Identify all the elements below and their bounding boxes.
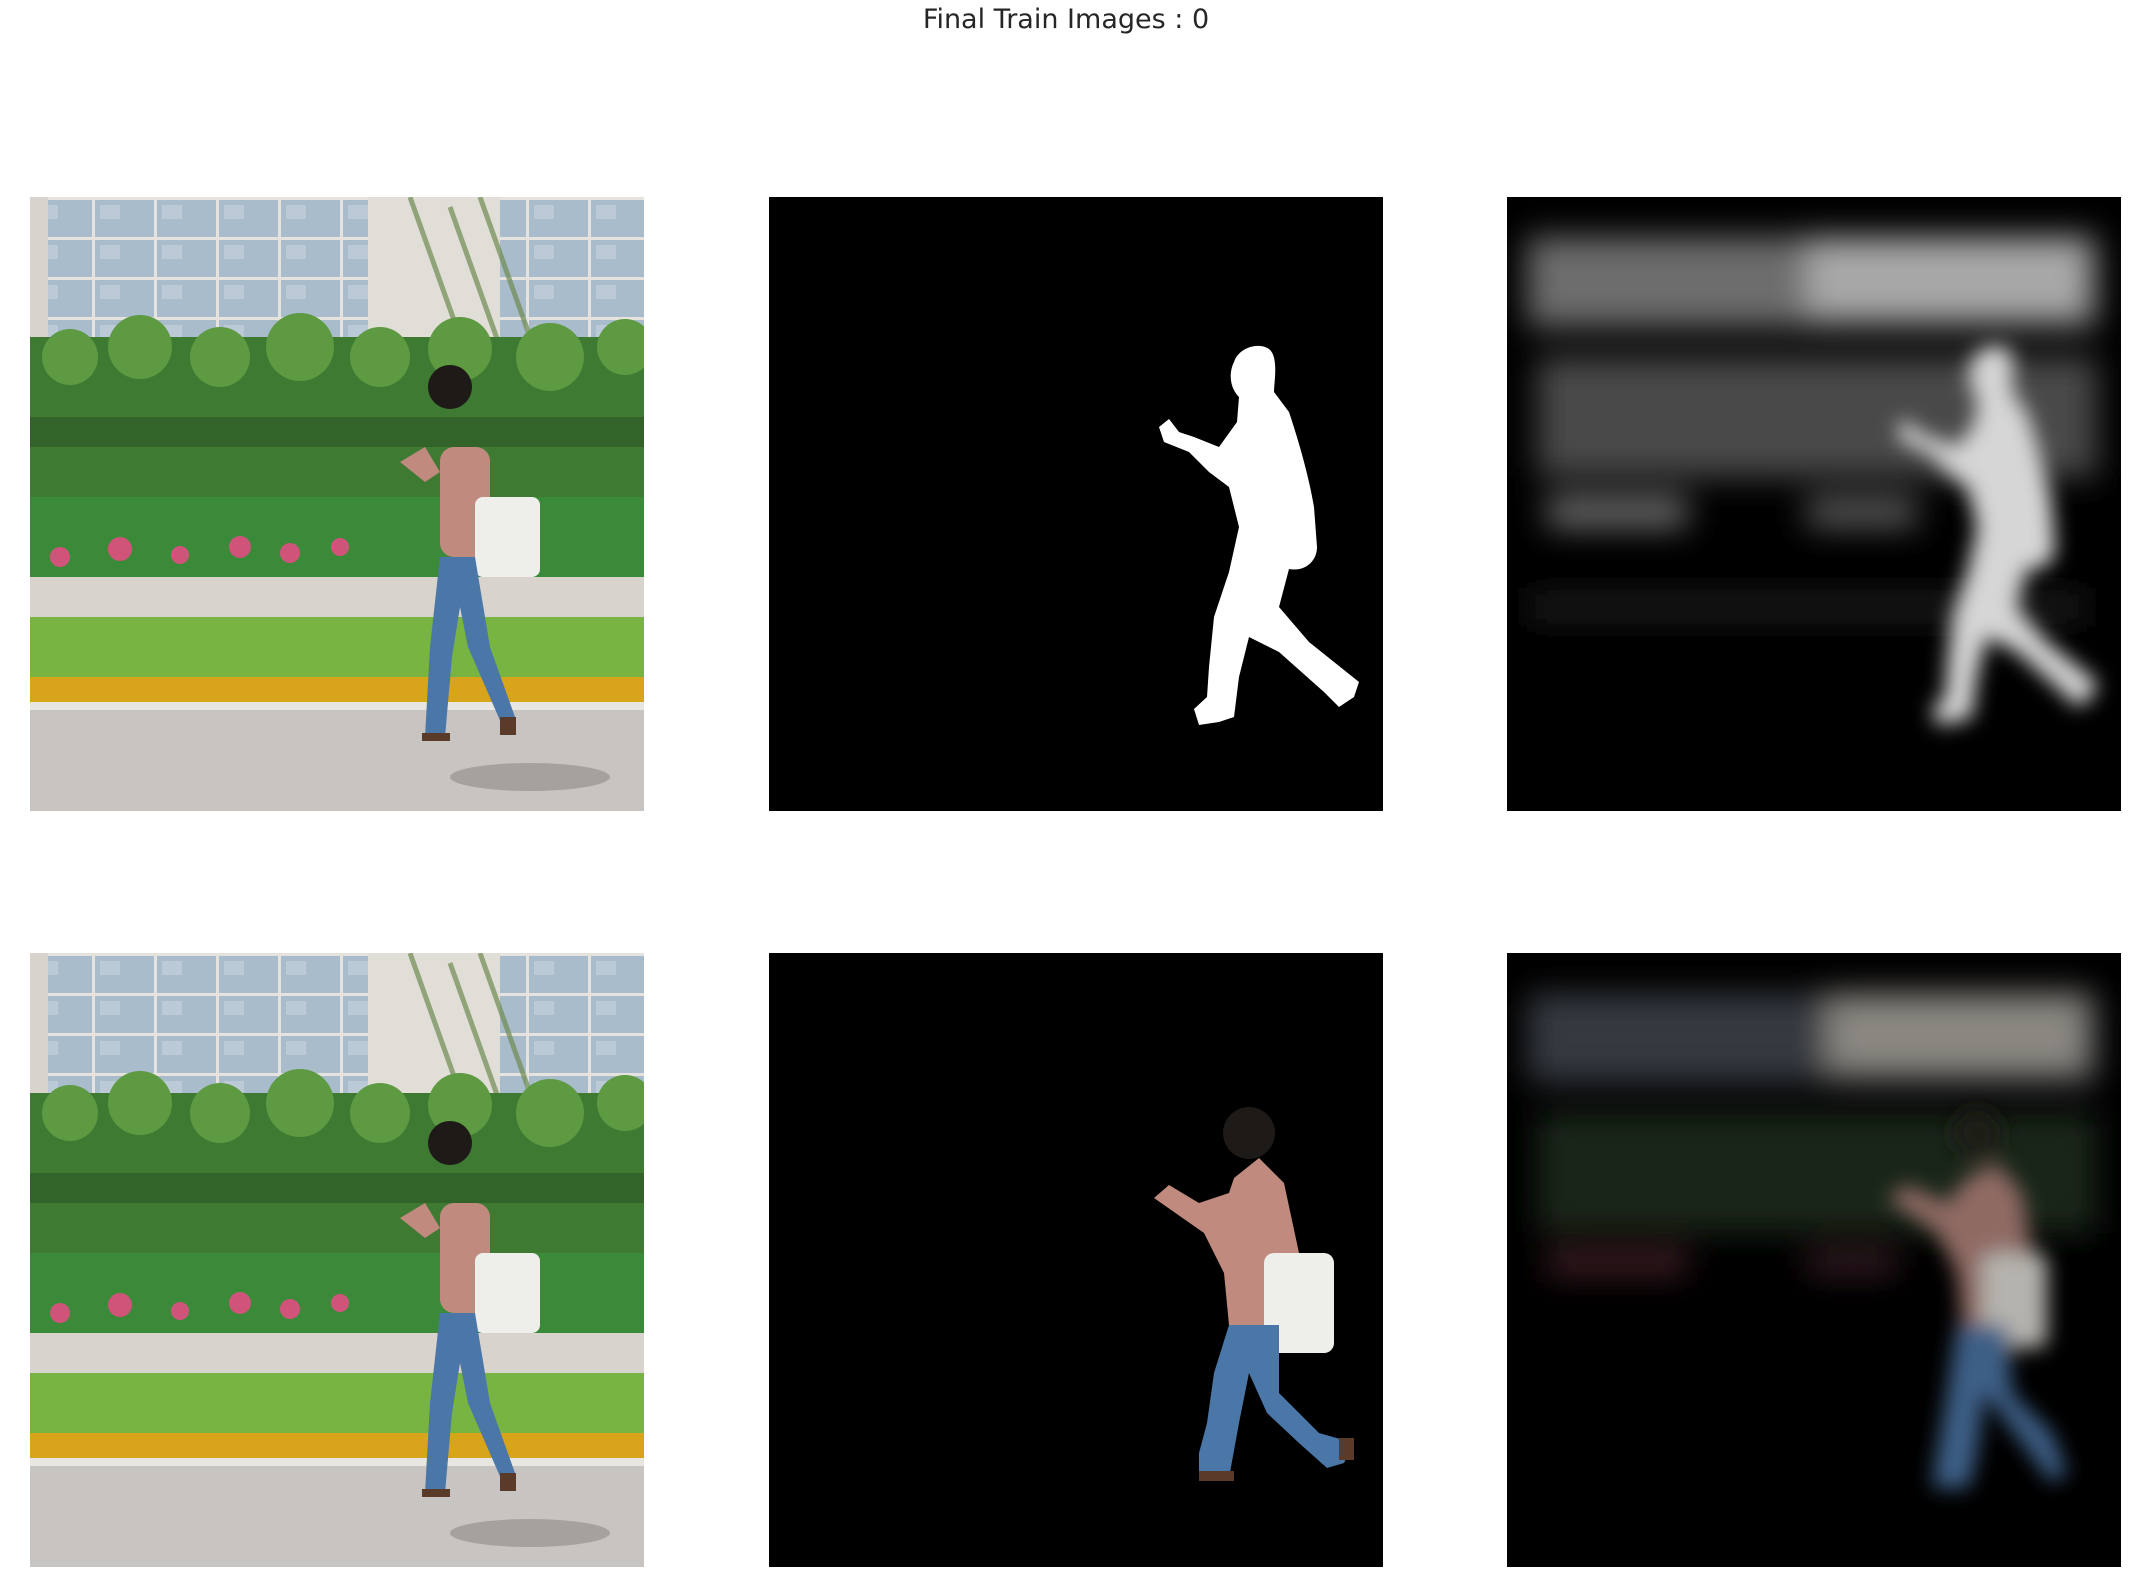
predicted-mask [1507,197,2121,811]
input-image-panel-2 [30,953,644,1567]
input-image-panel [30,197,644,811]
masked-ground-truth-panel [769,953,1383,1567]
masked-prediction [1507,953,2121,1567]
input-image [30,197,644,811]
predicted-mask-panel [1507,197,2121,811]
input-image [30,953,644,1567]
masked-ground-truth [769,953,1383,1567]
figure-title: Final Train Images : 0 [922,4,1210,35]
ground-truth-mask-panel [769,197,1383,811]
masked-prediction-panel [1507,953,2121,1567]
ground-truth-mask [769,197,1383,811]
